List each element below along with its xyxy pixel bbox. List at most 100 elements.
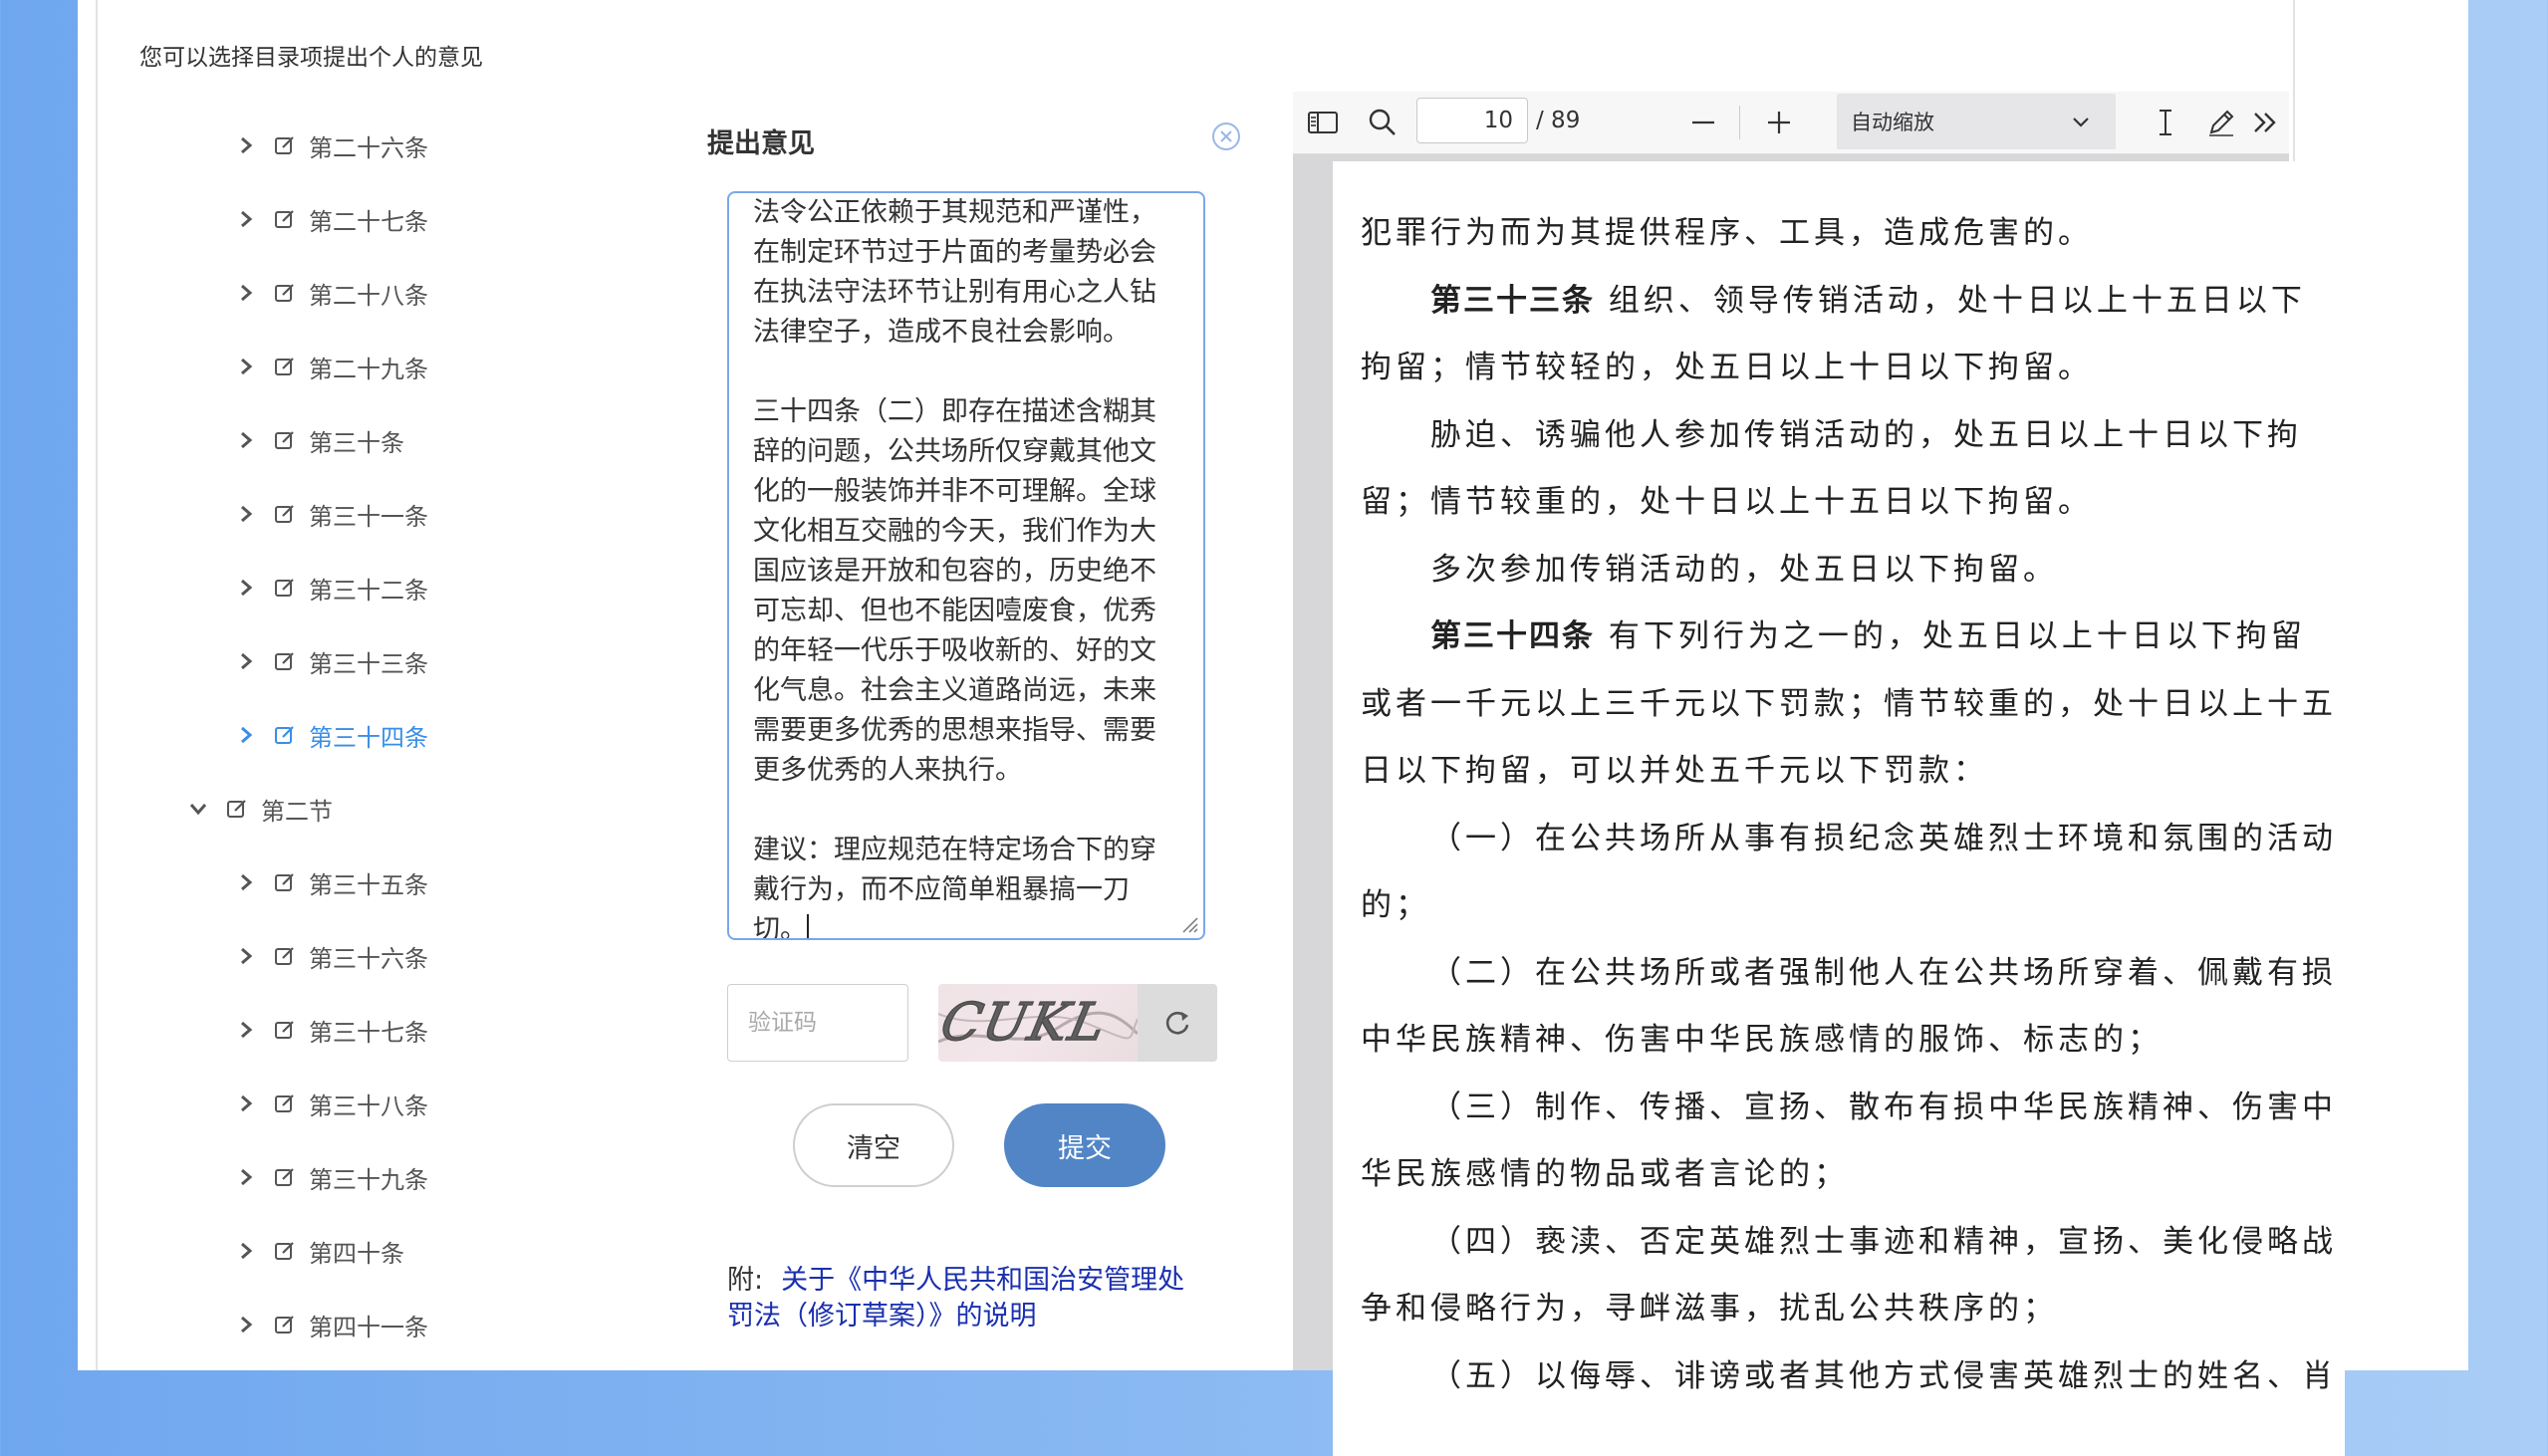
tree-item[interactable]: 第三十二条: [235, 568, 428, 607]
chevron-right-icon[interactable]: [235, 429, 257, 451]
tree-item[interactable]: 第二节: [187, 789, 333, 829]
tree-item[interactable]: 第三十八条: [235, 1084, 428, 1123]
pdf-viewer: / 89 自动缩放 犯罪行为而为其提: [1293, 92, 2345, 1456]
tree-item-label: 第二十八条: [309, 281, 428, 310]
edit-icon: [275, 358, 294, 375]
chevron-right-icon[interactable]: [235, 282, 257, 304]
comment-line: 可忘却、但也不能因噎废食，优秀: [753, 596, 1156, 626]
pdf-line: （三）制作、传播、宣扬、散布有损中华民族精神、伤害中: [1430, 1089, 2337, 1125]
attachment-label: 附:: [727, 1265, 764, 1296]
tree-item-label: 第三十八条: [309, 1092, 428, 1120]
tree-item[interactable]: 第二十八条: [235, 273, 428, 313]
edit-icon: [275, 431, 294, 449]
resize-handle-icon[interactable]: [1177, 912, 1199, 934]
edit-icon: [275, 210, 294, 228]
chevron-right-icon[interactable]: [235, 945, 257, 967]
comment-line: 化的一般装饰并非不可理解。全球: [753, 476, 1156, 507]
edit-icon: [275, 1242, 294, 1260]
pdf-line: 犯罪行为而为其提供程序、工具，造成危害的。: [1361, 215, 2093, 251]
zoom-out-icon[interactable]: [1685, 105, 1721, 140]
pdf-line: 拘留；情节较轻的，处五日以上十日以下拘留。: [1361, 350, 2093, 385]
edit-icon: [275, 652, 294, 670]
sidebar-toggle-icon[interactable]: [1305, 105, 1341, 140]
tree-item[interactable]: 第四十条: [235, 1231, 404, 1271]
tree-item[interactable]: 第二十九条: [235, 347, 428, 386]
zoom-select-value: 自动缩放: [1851, 111, 1934, 134]
instruction-text: 您可以选择目录项提出个人的意见: [139, 45, 483, 71]
tree-item-label: 第三十五条: [309, 870, 428, 899]
tree-item[interactable]: 第三十九条: [235, 1157, 428, 1197]
zoom-in-icon[interactable]: [1761, 105, 1797, 140]
pdf-line: 胁迫、诱骗他人参加传销活动的，处五日以上十日以下拘: [1430, 416, 2302, 453]
chevron-right-icon[interactable]: [235, 1019, 257, 1041]
submit-button[interactable]: 提交: [1004, 1103, 1165, 1187]
chevron-right-icon[interactable]: [235, 577, 257, 599]
tree-item-label: 第三十四条: [309, 723, 428, 752]
comment-line: [753, 791, 1181, 831]
tree-item[interactable]: 第二十六条: [235, 125, 428, 165]
chevron-right-icon[interactable]: [235, 503, 257, 525]
text-cursor-icon[interactable]: [2148, 105, 2183, 140]
chevron-right-icon[interactable]: [235, 1166, 257, 1188]
pdf-line: 争和侵略行为，寻衅滋事，扰乱公共秩序的；: [1361, 1291, 2058, 1327]
comment-line: 切。: [753, 914, 809, 940]
comment-line: 化气息。社会主义道路尚远，未来: [753, 675, 1156, 706]
tree-item[interactable]: 第三十五条: [235, 862, 428, 902]
tree-item[interactable]: 第三十四条: [235, 715, 428, 755]
attachment: 附: 关于《中华人民共和国治安管理处 罚法（修订草案）》的说明: [727, 1263, 1225, 1335]
chevron-right-icon[interactable]: [235, 1314, 257, 1335]
search-icon[interactable]: [1365, 105, 1401, 140]
edit-icon: [275, 1168, 294, 1186]
tree-item[interactable]: 第二十七条: [235, 199, 428, 239]
edit-icon: [275, 873, 294, 891]
attachment-link-line2[interactable]: 罚法（修订草案）》的说明: [727, 1301, 1037, 1332]
captcha-refresh-button[interactable]: [1138, 984, 1217, 1062]
tree-item-label: 第四十一条: [309, 1313, 428, 1341]
chevron-right-icon[interactable]: [235, 1240, 257, 1262]
chevron-right-icon[interactable]: [235, 871, 257, 893]
pen-icon[interactable]: [2203, 105, 2239, 140]
edit-icon: [275, 947, 294, 965]
tree-item-label: 第三十三条: [309, 649, 428, 678]
page-number-input[interactable]: [1416, 98, 1528, 143]
captcha-input[interactable]: [727, 984, 908, 1062]
tree-item[interactable]: 第三十六条: [235, 936, 428, 976]
pdf-line: 日以下拘留，可以并处五千元以下罚款：: [1361, 753, 1988, 789]
chevron-right-icon[interactable]: [235, 208, 257, 230]
tree-item[interactable]: 第三十一条: [235, 494, 428, 534]
tree-item[interactable]: 第三十条: [235, 420, 404, 460]
chevron-right-icon[interactable]: [235, 650, 257, 672]
more-tools-icon[interactable]: [2247, 105, 2283, 140]
pdf-line: 或者一千元以上三千元以下罚款；情节较重的，处十日以上十五: [1361, 685, 2337, 722]
edit-icon: [275, 1021, 294, 1039]
tree-item[interactable]: 第四十一条: [235, 1305, 428, 1344]
edit-icon: [227, 800, 246, 818]
comment-line: 建议：理应规范在特定场合下的穿: [753, 835, 1156, 865]
chevron-right-icon[interactable]: [235, 1092, 257, 1114]
tree-item[interactable]: 第三十三条: [235, 641, 428, 681]
attachment-link-line1[interactable]: 关于《中华人民共和国治安管理处: [781, 1265, 1184, 1296]
edit-icon: [275, 579, 294, 597]
comment-text: 法令公正依赖于其规范和严谨性， 在制定环节过于片面的考量势必会 在执法守法环节让别有…: [753, 193, 1181, 940]
comment-line: 的年轻一代乐于吸收新的、好的文: [753, 635, 1156, 666]
tree-item-label: 第四十条: [309, 1239, 404, 1268]
comment-line: 法令公正依赖于其规范和严谨性，: [753, 197, 1156, 228]
chevron-right-icon[interactable]: [235, 356, 257, 377]
chevron-right-icon[interactable]: [235, 134, 257, 156]
tree-item-label: 第二十九条: [309, 355, 428, 383]
tree-item-label: 第二节: [261, 797, 333, 826]
zoom-select[interactable]: 自动缩放: [1837, 94, 2116, 149]
chevron-right-icon[interactable]: [235, 724, 257, 746]
tree-item[interactable]: 第三十七条: [235, 1010, 428, 1050]
pdf-line: 的；: [1361, 887, 1430, 923]
pdf-page: 犯罪行为而为其提供程序、工具，造成危害的。 第三十三条 组织、领导传销活动，处十日…: [1333, 161, 2345, 1456]
tree-item-label: 第二十六条: [309, 133, 428, 162]
edit-icon: [275, 1094, 294, 1112]
comment-line: 戴行为，而不应简单粗暴搞一刀: [753, 874, 1130, 905]
tree-item-label: 第三十二条: [309, 576, 428, 605]
chevron-down-icon[interactable]: [187, 798, 209, 820]
captcha-noise: CUKL: [938, 992, 1138, 1054]
clear-button[interactable]: 清空: [793, 1103, 954, 1187]
close-button[interactable]: [1211, 121, 1241, 151]
comment-textarea[interactable]: 法令公正依赖于其规范和严谨性， 在制定环节过于片面的考量势必会 在执法守法环节让别有…: [727, 191, 1205, 940]
